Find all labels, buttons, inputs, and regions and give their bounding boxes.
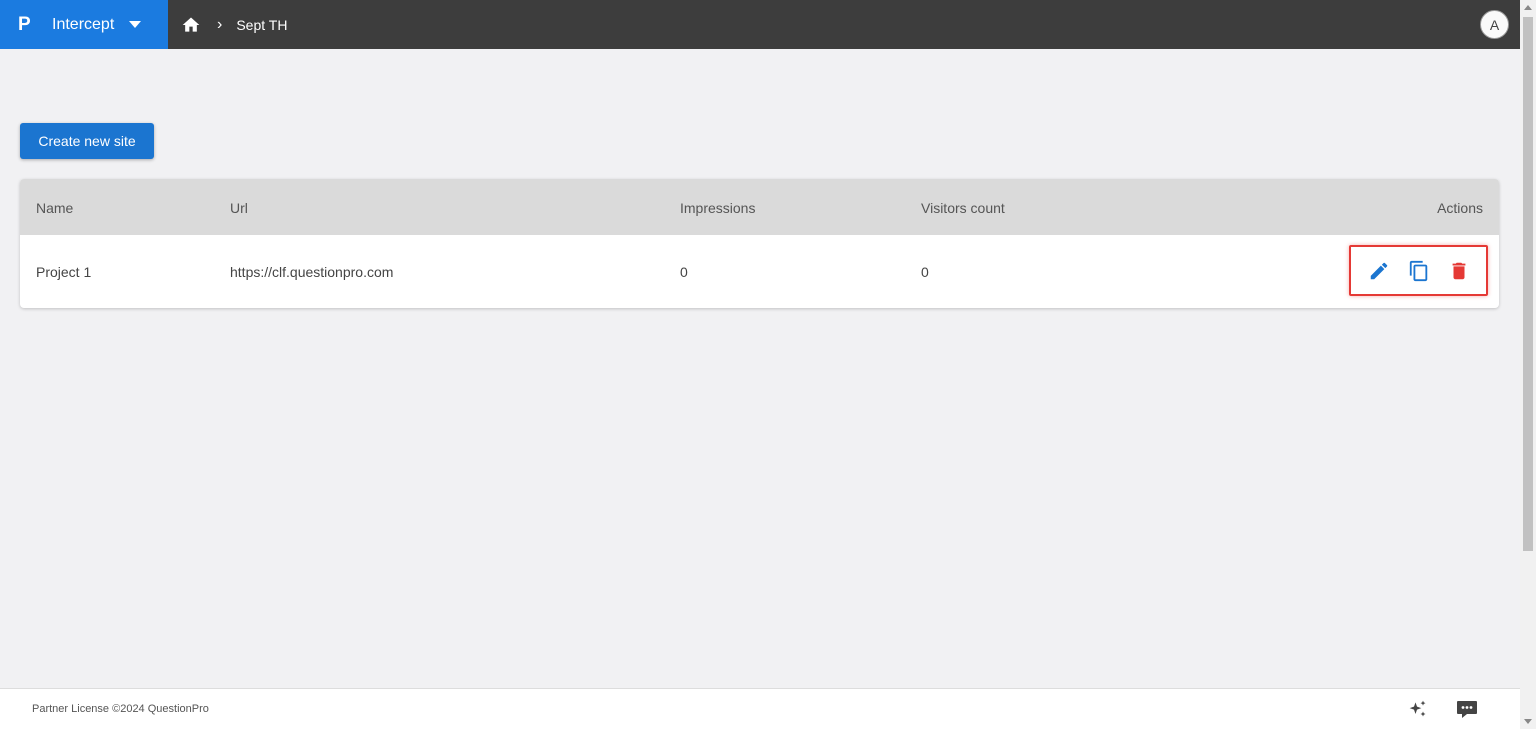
scroll-up-arrow-icon[interactable] [1524,5,1532,10]
scroll-thumb[interactable] [1523,17,1533,551]
cell-impressions: 0 [680,264,688,280]
column-header-visitors: Visitors count [921,200,1005,216]
copy-icon[interactable] [1408,260,1430,282]
column-header-impressions: Impressions [680,200,756,216]
table-header: Name Url Impressions Visitors count Acti… [20,179,1499,235]
app-name: Intercept [52,15,115,33]
table-row[interactable]: Project 1 https://clf.questionpro.com 0 … [20,235,1499,308]
user-avatar[interactable]: A [1480,10,1509,39]
chevron-right-icon: › [217,15,223,33]
vertical-scrollbar[interactable] [1520,0,1536,729]
sites-table: Name Url Impressions Visitors count Acti… [20,179,1499,308]
create-new-site-button[interactable]: Create new site [20,123,154,159]
top-navigation-bar: P Intercept › Sept TH A [0,0,1520,49]
column-header-url: Url [230,200,248,216]
app-switcher[interactable]: P Intercept [0,0,168,49]
footer-license-text: Partner License ©2024 QuestionPro [32,703,209,715]
delete-icon[interactable] [1448,260,1470,282]
scroll-down-arrow-icon[interactable] [1524,719,1532,724]
cell-visitors: 0 [921,264,929,280]
footer: Partner License ©2024 QuestionPro [0,688,1520,729]
cell-name: Project 1 [36,264,92,280]
cell-url: https://clf.questionpro.com [230,264,394,280]
chat-support-icon[interactable] [1455,698,1479,720]
column-header-name: Name [36,200,74,216]
home-icon[interactable] [181,15,201,35]
edit-icon[interactable] [1368,260,1390,282]
breadcrumb: › Sept TH [181,15,287,35]
column-header-actions: Actions [1437,200,1483,216]
app-logo: P [18,13,31,35]
caret-down-icon [129,21,142,28]
row-actions [1349,245,1488,296]
breadcrumb-current: Sept TH [236,16,288,33]
sparkle-icon[interactable] [1408,699,1428,719]
